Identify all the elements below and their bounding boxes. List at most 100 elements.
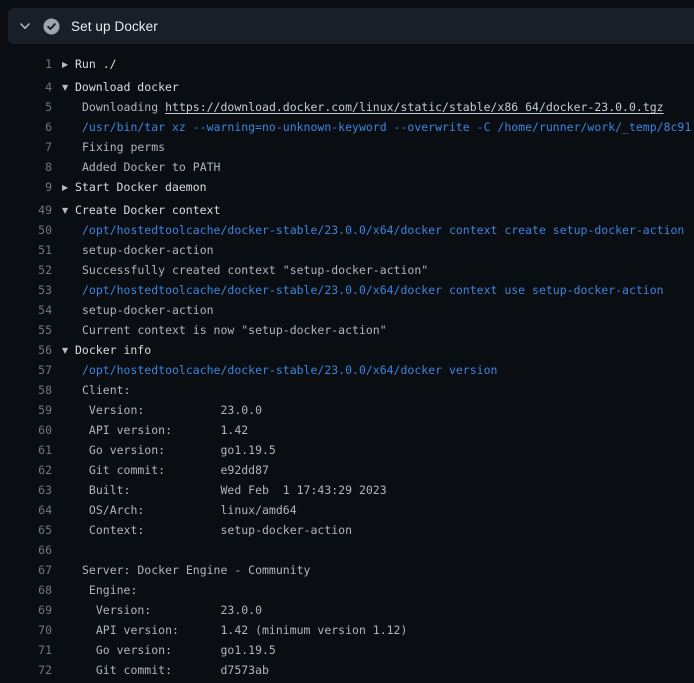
line-number[interactable]: 6	[0, 117, 52, 137]
log-text: Fixing perms	[62, 137, 165, 157]
log-line: 7 Fixing perms	[0, 137, 694, 157]
line-number[interactable]: 57	[0, 360, 52, 380]
log-line: 67 Server: Docker Engine - Community	[0, 560, 694, 580]
line-number[interactable]: 71	[0, 640, 52, 660]
log-command: /opt/hostedtoolcache/docker-stable/23.0.…	[62, 220, 684, 240]
log-line: 64 OS/Arch: linux/amd64	[0, 500, 694, 520]
log-text: Built: Wed Feb 1 17:43:29 2023	[62, 480, 387, 500]
log-line: 69 Version: 23.0.0	[0, 600, 694, 620]
log-text: setup-docker-action	[62, 300, 214, 320]
line-number[interactable]: 59	[0, 400, 52, 420]
log-text: Git commit: e92dd87	[62, 460, 269, 480]
line-number[interactable]: 51	[0, 240, 52, 260]
line-number[interactable]: 60	[0, 420, 52, 440]
log-line: 56 ▼Docker info	[0, 340, 694, 360]
log-line: 63 Built: Wed Feb 1 17:43:29 2023	[0, 480, 694, 500]
line-number[interactable]: 61	[0, 440, 52, 460]
line-number[interactable]: 50	[0, 220, 52, 240]
log-text: Version: 23.0.0	[62, 400, 262, 420]
log-group-header[interactable]: ▼Docker info	[62, 340, 151, 360]
log-line: 49 ▼Create Docker context	[0, 200, 694, 220]
chevron-down-icon[interactable]	[18, 19, 32, 33]
line-number[interactable]: 62	[0, 460, 52, 480]
log-line: 52Successfully created context "setup-do…	[0, 260, 694, 280]
line-number[interactable]: 64	[0, 500, 52, 520]
line-number[interactable]: 5	[0, 97, 52, 117]
log-text: Current context is now "setup-docker-act…	[62, 320, 387, 340]
log-line: 54 setup-docker-action	[0, 300, 694, 320]
log-group-header[interactable]: ▼Download docker	[62, 77, 179, 97]
line-number[interactable]: 65	[0, 520, 52, 540]
log-line: 59 Version: 23.0.0	[0, 400, 694, 420]
triangle-expanded-icon: ▼	[62, 78, 75, 97]
log-text: Go version: go1.19.5	[62, 640, 276, 660]
line-number[interactable]: 70	[0, 620, 52, 640]
line-number[interactable]: 49	[0, 200, 52, 220]
log-line: 1 ▶Run ./	[0, 54, 694, 74]
group-label: Run ./	[75, 57, 117, 71]
line-number[interactable]: 7	[0, 137, 52, 157]
log-link[interactable]: https://download.docker.com/linux/static…	[165, 100, 664, 114]
log-line: 6/usr/bin/tar xz --warning=no-unknown-ke…	[0, 117, 694, 137]
line-number[interactable]: 56	[0, 340, 52, 360]
line-number[interactable]: 69	[0, 600, 52, 620]
log-line: 72 Git commit: d7573ab	[0, 660, 694, 680]
log-line: 61 Go version: go1.19.5	[0, 440, 694, 460]
line-number[interactable]: 55	[0, 320, 52, 340]
line-number[interactable]: 4	[0, 77, 52, 97]
line-number[interactable]: 54	[0, 300, 52, 320]
log-line: 62 Git commit: e92dd87	[0, 460, 694, 480]
log-text: Downloading https://download.docker.com/…	[62, 97, 664, 117]
log-text: Go version: go1.19.5	[62, 440, 276, 460]
log-text: API version: 1.42 (minimum version 1.12)	[62, 620, 407, 640]
log-group-header[interactable]: ▶Start Docker daemon	[62, 177, 207, 197]
group-label: Start Docker daemon	[75, 180, 207, 194]
log-line: 66	[0, 540, 694, 560]
log-command: /opt/hostedtoolcache/docker-stable/23.0.…	[62, 280, 664, 300]
log-line: 53/opt/hostedtoolcache/docker-stable/23.…	[0, 280, 694, 300]
log-line: 51 setup-docker-action	[0, 240, 694, 260]
log-text: Engine:	[62, 580, 137, 600]
check-circle-icon	[43, 18, 60, 35]
log-text: setup-docker-action	[62, 240, 214, 260]
log-line: 4 ▼Download docker	[0, 77, 694, 97]
log-text: Git commit: d7573ab	[62, 660, 269, 680]
log-group-header[interactable]: ▼Create Docker context	[62, 200, 220, 220]
line-number[interactable]: 1	[0, 54, 52, 74]
line-number[interactable]: 9	[0, 177, 52, 197]
line-number[interactable]: 53	[0, 280, 52, 300]
log-line: 70 API version: 1.42 (minimum version 1.…	[0, 620, 694, 640]
line-number[interactable]: 72	[0, 660, 52, 680]
triangle-collapsed-icon: ▶	[62, 178, 75, 197]
line-number[interactable]: 63	[0, 480, 52, 500]
line-number[interactable]: 68	[0, 580, 52, 600]
group-label: Create Docker context	[75, 203, 220, 217]
log-line: 68 Engine:	[0, 580, 694, 600]
line-number[interactable]: 66	[0, 540, 52, 560]
step-header[interactable]: Set up Docker	[8, 8, 694, 44]
log-group-header[interactable]: ▶Run ./	[62, 54, 117, 74]
log-text: API version: 1.42	[62, 420, 248, 440]
log-line: 50/opt/hostedtoolcache/docker-stable/23.…	[0, 220, 694, 240]
log-line: 9 ▶Start Docker daemon	[0, 177, 694, 197]
log-lines: 1▶Run ./4▼Download docker5Downloading ht…	[0, 44, 694, 683]
log-text: Added Docker to PATH	[62, 157, 220, 177]
step-title: Set up Docker	[71, 19, 158, 34]
log-line: 65 Context: setup-docker-action	[0, 520, 694, 540]
log-line: 60 API version: 1.42	[0, 420, 694, 440]
triangle-expanded-icon: ▼	[62, 341, 75, 360]
log-text: Context: setup-docker-action	[62, 520, 352, 540]
line-number[interactable]: 8	[0, 157, 52, 177]
log-command: /opt/hostedtoolcache/docker-stable/23.0.…	[62, 360, 497, 380]
log-text: Client:	[62, 380, 130, 400]
log-text: Version: 23.0.0	[62, 600, 262, 620]
log-line: 58 Client:	[0, 380, 694, 400]
log-text-segment: Downloading	[82, 100, 165, 114]
log-text	[62, 540, 82, 560]
log-text: Server: Docker Engine - Community	[62, 560, 310, 580]
group-label: Docker info	[75, 343, 151, 357]
line-number[interactable]: 67	[0, 560, 52, 580]
line-number[interactable]: 52	[0, 260, 52, 280]
line-number[interactable]: 58	[0, 380, 52, 400]
log-line: 8 Added Docker to PATH	[0, 157, 694, 177]
